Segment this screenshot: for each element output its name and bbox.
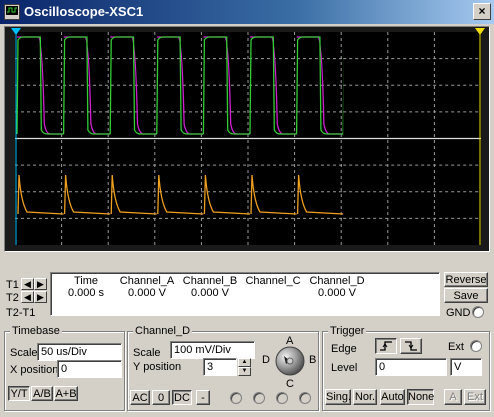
header-channel-d: Channel_D bbox=[309, 275, 365, 287]
header-time: Time bbox=[73, 275, 99, 287]
arrow-right-icon: ▶ bbox=[37, 292, 44, 302]
edge-label: Edge bbox=[331, 343, 357, 355]
trigger-source-a-button[interactable]: A bbox=[444, 389, 462, 405]
falling-edge-button[interactable] bbox=[400, 338, 422, 354]
channel-terminal-2[interactable] bbox=[253, 392, 265, 404]
mode-yt-button[interactable]: Y/T bbox=[8, 386, 30, 401]
app-icon bbox=[4, 4, 20, 20]
channel-title: Channel_D bbox=[133, 325, 193, 337]
rising-edge-icon bbox=[380, 341, 392, 351]
trigger-title: Trigger bbox=[328, 325, 367, 337]
gnd-terminal[interactable] bbox=[472, 306, 484, 318]
channel-scale-label: Scale bbox=[133, 347, 161, 359]
trigger-auto-button[interactable]: Auto bbox=[380, 389, 405, 405]
channel-selector-knob[interactable] bbox=[274, 345, 306, 377]
selector-label-d: D bbox=[262, 354, 270, 366]
trigger-none-button[interactable]: None bbox=[407, 389, 434, 405]
selector-label-c: C bbox=[286, 378, 294, 390]
channel-terminal-1[interactable] bbox=[230, 392, 242, 404]
trigger-level-unit[interactable]: V bbox=[450, 358, 482, 376]
y-position-up-button[interactable]: ▲ bbox=[238, 358, 251, 367]
save-button[interactable]: Save bbox=[444, 288, 488, 303]
header-channel-b: Channel_B bbox=[182, 275, 238, 287]
ext-trigger-terminal[interactable] bbox=[470, 340, 482, 352]
scope-screen[interactable] bbox=[4, 26, 490, 252]
falling-edge-icon bbox=[405, 341, 417, 351]
close-icon: × bbox=[478, 4, 486, 18]
measurement-readout: Time Channel_A Channel_B Channel_C Chann… bbox=[50, 272, 440, 316]
close-button[interactable]: × bbox=[473, 3, 491, 20]
y-position-label: Y position bbox=[133, 361, 182, 373]
timebase-scale-label: Scale bbox=[10, 347, 38, 359]
header-channel-c: Channel_C bbox=[245, 275, 301, 287]
t2-t1-label: T2-T1 bbox=[6, 307, 36, 319]
value-channel-a: 0.000 V bbox=[128, 287, 166, 299]
y-position-field[interactable]: 3 bbox=[203, 358, 237, 376]
timebase-title: Timebase bbox=[10, 325, 62, 337]
trigger-source-ext-button[interactable]: Ext bbox=[464, 389, 486, 405]
header-channel-a: Channel_A bbox=[119, 275, 175, 287]
x-position-field[interactable]: 0 bbox=[57, 360, 122, 378]
value-channel-d: 0.000 V bbox=[318, 287, 356, 299]
arrow-right-icon: ▶ bbox=[37, 279, 44, 289]
reverse-button[interactable]: Reverse bbox=[444, 272, 488, 287]
window-title: Oscilloscope-XSC1 bbox=[24, 4, 144, 19]
t2-left-button[interactable]: ◀ bbox=[21, 291, 34, 303]
title-bar: Oscilloscope-XSC1 × bbox=[0, 0, 494, 24]
coupling-ac-button[interactable]: AC bbox=[130, 390, 150, 405]
invert-button[interactable]: - bbox=[196, 390, 210, 405]
t1-left-button[interactable]: ◀ bbox=[21, 278, 34, 290]
x-position-label: X position bbox=[10, 364, 59, 376]
arrow-left-icon: ◀ bbox=[24, 279, 31, 289]
channel-terminal-4[interactable] bbox=[299, 392, 311, 404]
arrow-down-icon: ▼ bbox=[241, 368, 248, 374]
mode-ab-button[interactable]: A/B bbox=[31, 386, 53, 401]
ext-label: Ext bbox=[448, 341, 464, 353]
t2-label: T2 bbox=[6, 292, 19, 304]
channel-scale-field[interactable]: 100 mV/Div bbox=[170, 341, 255, 359]
selector-label-b: B bbox=[309, 354, 317, 366]
trigger-normal-button[interactable]: Nor. bbox=[353, 389, 377, 405]
y-position-down-button[interactable]: ▼ bbox=[238, 367, 251, 376]
channel-terminal-3[interactable] bbox=[276, 392, 288, 404]
arrow-up-icon: ▲ bbox=[241, 359, 248, 365]
t2-right-button[interactable]: ▶ bbox=[34, 291, 47, 303]
gnd-label: GND bbox=[446, 307, 471, 319]
arrow-left-icon: ◀ bbox=[24, 292, 31, 302]
trigger-level-field[interactable]: 0 bbox=[375, 358, 447, 376]
t1-right-button[interactable]: ▶ bbox=[34, 278, 47, 290]
rising-edge-button[interactable] bbox=[375, 338, 397, 354]
mode-aplusb-button[interactable]: A+B bbox=[54, 386, 78, 401]
value-channel-b: 0.000 V bbox=[191, 287, 229, 299]
coupling-zero-button[interactable]: 0 bbox=[152, 390, 170, 405]
level-label: Level bbox=[331, 362, 358, 374]
timebase-scale-field[interactable]: 50 us/Div bbox=[37, 343, 122, 361]
t1-label: T1 bbox=[6, 279, 19, 291]
value-time: 0.000 s bbox=[67, 287, 105, 299]
coupling-dc-button[interactable]: DC bbox=[172, 390, 192, 405]
waveform-display bbox=[11, 28, 485, 245]
trigger-single-button[interactable]: Sing. bbox=[325, 389, 351, 405]
